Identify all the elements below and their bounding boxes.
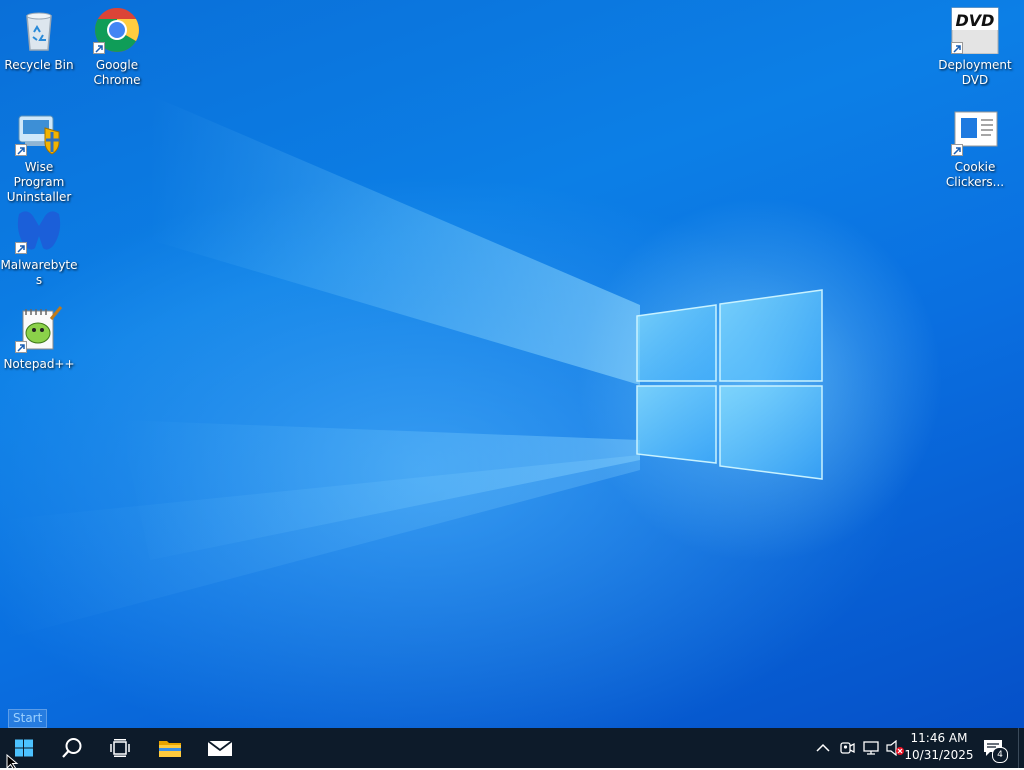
folder-icon [159,741,181,757]
meet-now-icon [840,742,855,754]
shortcut-arrow-icon [15,242,27,254]
chrome-icon [93,6,141,54]
show-hidden-icons-button[interactable] [812,728,834,768]
malwarebytes-shortcut[interactable]: Malwarebytes [0,206,78,288]
show-desktop-button[interactable] [1018,728,1024,768]
start-tooltip: Start [8,709,48,728]
dvd-logo-text: DVD [956,11,995,30]
mail-icon [207,740,233,756]
notepad-plus-plus-icon [15,305,63,353]
meet-now-button[interactable] [836,728,858,768]
search-icon [62,738,82,758]
notification-count-badge: 4 [992,747,1008,763]
recycle-bin-icon-shortcut[interactable]: Recycle Bin [0,6,78,73]
taskbar: 11:46 AM 10/31/2025 4 [0,728,1024,768]
web-shortcut-icon [951,108,999,156]
dvd-icon: DVD [951,6,999,55]
shortcut-arrow-icon [15,341,27,353]
google-chrome-shortcut[interactable]: Google Chrome [78,6,156,88]
desktop[interactable]: Recycle Bin Google Chrome Wise Program U… [0,0,1024,728]
task-view-button[interactable] [96,728,144,768]
recycle-bin-icon [15,6,63,54]
deployment-dvd-label: DeploymentDVD [938,58,1012,87]
wise-uninstaller-icon [15,108,63,156]
shortcut-arrow-icon [951,42,963,54]
network-button[interactable] [860,728,882,768]
wallpaper-windows-logo [636,289,823,480]
notepad-plus-plus-label: Notepad++ [3,357,75,371]
shortcut-arrow-icon [15,144,27,156]
network-icon [863,741,879,755]
clock[interactable]: 11:46 AM 10/31/2025 [903,730,975,766]
deployment-dvd-shortcut[interactable]: DVD DeploymentDVD [936,6,1014,88]
cookie-clickers-shortcut[interactable]: Cookie Clickers... [936,108,1014,190]
wise-program-uninstaller-shortcut[interactable]: Wise Program Uninstaller [0,108,78,205]
google-chrome-label: Google Chrome [93,58,141,87]
clock-date: 10/31/2025 [904,748,974,762]
action-center-button[interactable]: 4 [980,728,1008,768]
malwarebytes-label: Malwarebytes [0,258,78,287]
mail-button[interactable] [196,728,244,768]
volume-muted-icon [886,740,904,756]
notepad-plus-plus-shortcut[interactable]: Notepad++ [0,305,78,372]
search-button[interactable] [48,728,96,768]
chevron-up-icon [816,743,830,752]
malwarebytes-icon [15,206,63,254]
shortcut-arrow-icon [951,144,963,156]
recycle-bin-label: Recycle Bin [4,58,74,72]
file-explorer-button[interactable] [146,728,194,768]
wise-program-uninstaller-label: Wise Program Uninstaller [6,160,72,204]
clock-time: 11:46 AM [910,731,968,745]
task-view-icon [110,739,130,757]
shortcut-arrow-icon [93,42,105,54]
cookie-clickers-label: Cookie Clickers... [945,160,1005,189]
